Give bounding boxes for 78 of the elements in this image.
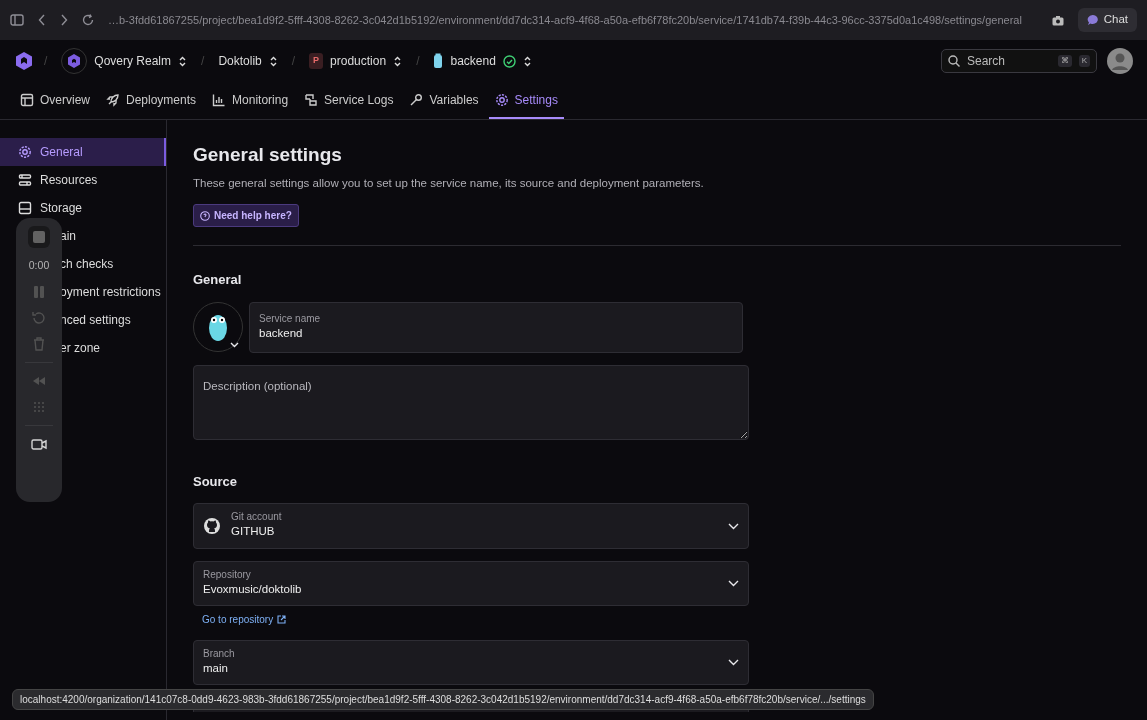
breadcrumb-separator: /	[291, 53, 296, 70]
page-title: General settings	[193, 144, 343, 167]
chevron-down-icon	[728, 522, 739, 530]
restart-icon	[31, 309, 47, 326]
nav-tab[interactable]: Overview	[14, 82, 96, 119]
restart-button[interactable]	[31, 309, 47, 326]
recording-timer: 0:00	[28, 258, 50, 273]
logo-icon[interactable]	[14, 51, 34, 71]
pause-icon	[31, 283, 47, 300]
chevron-down-icon	[230, 342, 239, 349]
storage-icon	[18, 201, 32, 215]
sidebar-item[interactable]: General	[0, 138, 166, 166]
nav-tab[interactable]: Monitoring	[206, 82, 295, 119]
breadcrumb-separator: /	[44, 53, 48, 70]
address-bar-url[interactable]: …b-3fdd61867255/project/bea1d9f2-5fff-4308-8262-3c042d1b5192/environment/dd7dc314-acf9-4f68-a50a-efb6f78fc20b/service/1741db74-f39b-44c3-96cc-3375d0a1c498/settings/general	[108, 11, 1038, 29]
breadcrumb-dropdown[interactable]: backend	[429, 50, 536, 72]
select-field[interactable]: Repository Evoxmusic/doktolib	[193, 560, 749, 606]
layout-icon	[20, 92, 34, 107]
chevron-down-icon	[728, 579, 739, 587]
sliders-icon	[18, 173, 32, 187]
breadcrumb-dropdown[interactable]: Qovery Realm	[57, 46, 192, 76]
search-field[interactable]: Search ⌘ K	[941, 49, 1097, 73]
breadcrumb-separator: /	[201, 53, 205, 70]
logs-icon	[304, 92, 319, 107]
nav-tab[interactable]: Deployments	[100, 82, 203, 119]
rocket-icon	[106, 92, 120, 107]
stop-icon	[28, 226, 50, 248]
chevron-up-down-icon	[178, 55, 188, 67]
bar-chart-icon	[212, 92, 227, 107]
link-preview-tooltip: localhost:4200/organization/141c07c8-0dd9-4623-983b-3fdd61867255/project/bea1d9f2-5fff-4308-8262-3c042d1b5192/environment/dd7dc314-acf9-4f68-a50a-efb6f78fc20b/service/.../settings	[12, 689, 874, 710]
github-icon	[203, 517, 221, 536]
nav-tab[interactable]: Settings	[488, 82, 564, 119]
shortcut-key: ⌘	[1057, 55, 1072, 67]
select-field[interactable]: Branch main	[193, 640, 749, 686]
page-description: These general settings allow you to set up the service name, its source and deployment parameters.	[193, 175, 705, 191]
gear-icon	[494, 92, 509, 107]
org-logo-icon	[66, 53, 83, 69]
sidebar-item[interactable]: Storage	[0, 194, 166, 222]
chevron-up-down-icon	[393, 55, 403, 67]
chevron-down-icon	[728, 659, 739, 667]
service-name-field[interactable]: Service name backend	[249, 301, 743, 353]
chevron-up-down-icon	[268, 55, 278, 67]
forward-icon[interactable]	[60, 14, 68, 26]
select-field[interactable]: Git account GITHUB	[193, 503, 749, 549]
repository-link[interactable]: Go to repository	[202, 612, 287, 627]
breadcrumb-dropdown[interactable]: P production	[305, 50, 407, 72]
stop-button[interactable]	[28, 226, 50, 248]
sidebar-item[interactable]: er zone	[0, 334, 166, 362]
gear-icon	[18, 145, 32, 159]
sidebar-item[interactable]: ain	[0, 222, 166, 250]
sidebar-item[interactable]: nced settings	[0, 306, 166, 334]
external-link-icon	[277, 615, 287, 624]
sidebar-item[interactable]: oyment restrictions	[0, 278, 166, 306]
key-icon	[409, 92, 424, 107]
environment-badge: P	[309, 53, 324, 69]
delete-icon	[31, 335, 47, 352]
nav-tab[interactable]: Variables	[403, 82, 485, 119]
help-icon	[200, 210, 210, 221]
shortcut-key: K	[1078, 55, 1090, 67]
back-icon[interactable]	[38, 14, 46, 26]
chat-bubble-icon	[1086, 14, 1099, 26]
avatar-icon	[1107, 48, 1133, 74]
section-heading: General	[193, 272, 243, 288]
chat-button[interactable]: Chat	[1077, 8, 1137, 32]
service-icon-picker[interactable]	[193, 302, 243, 353]
description-field[interactable]: Description (optional)	[193, 364, 749, 440]
nav-tab[interactable]: Service Logs	[298, 82, 400, 119]
container-icon	[433, 53, 444, 69]
camera-icon	[1051, 14, 1064, 26]
chevron-up-down-icon	[522, 55, 532, 67]
section-heading: Source	[193, 473, 239, 490]
sidebar-item[interactable]: Resources	[0, 166, 166, 194]
search-icon	[948, 55, 960, 67]
breadcrumb-separator: /	[416, 53, 420, 70]
help-button[interactable]: Need help here?	[193, 204, 299, 228]
breadcrumb-dropdown[interactable]: Doktolib	[214, 50, 282, 72]
sidebar-toggle-icon[interactable]	[10, 14, 24, 26]
reload-icon[interactable]	[82, 14, 94, 26]
